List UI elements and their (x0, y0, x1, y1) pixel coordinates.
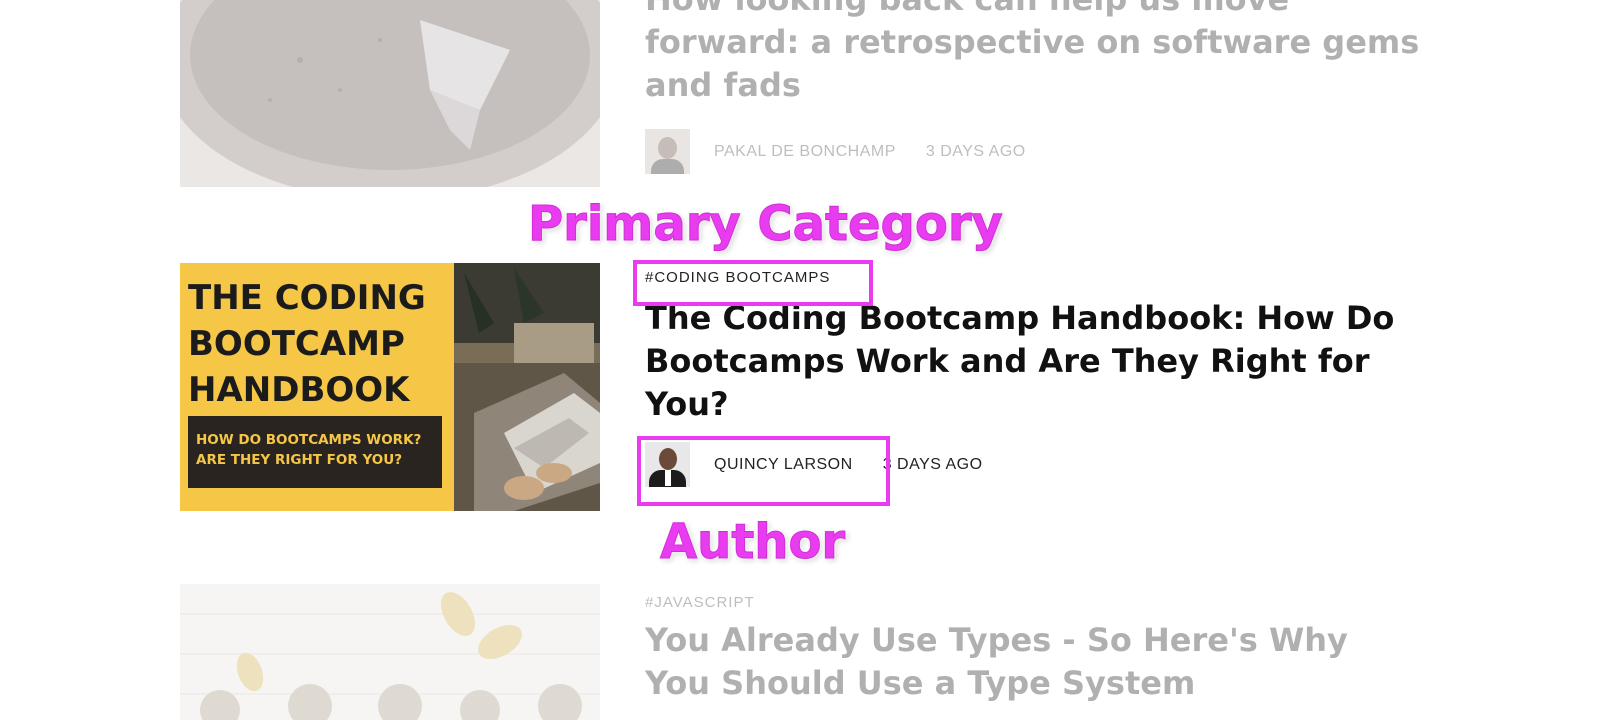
post-card[interactable]: #JAVASCRIPT You Already Use Types - So H… (180, 584, 1420, 720)
annotation-author-label: Author (659, 514, 846, 571)
thumbnail-subheading: HOW DO BOOTCAMPS WORK? ARE THEY RIGHT FO… (196, 432, 422, 468)
author-name[interactable]: PAKAL DE BONCHAMP (714, 143, 896, 161)
post-title[interactable]: You Already Use Types - So Here's Why Yo… (645, 619, 1420, 705)
post-title[interactable]: The Coding Bootcamp Handbook: How Do Boo… (645, 297, 1420, 426)
thumbnail-subheading-box: HOW DO BOOTCAMPS WORK? ARE THEY RIGHT FO… (188, 416, 442, 488)
post-meta: PAKAL DE BONCHAMP 3 DAYS AGO (645, 129, 1420, 174)
post-title[interactable]: How looking back can help us move forwar… (645, 0, 1420, 107)
post-date: 3 DAYS AGO (882, 455, 983, 473)
desk-laptop-photo (454, 263, 600, 511)
lemons-photo (180, 584, 600, 720)
crystal-pot-image (180, 0, 600, 187)
thumbnail-text-area: THE CODING BOOTCAMP HANDBOOK HOW DO BOOT… (180, 263, 454, 511)
post-thumbnail[interactable] (180, 0, 600, 187)
post-date: 3 DAYS AGO (925, 142, 1026, 160)
annotation-category-box (633, 260, 873, 306)
post-content: How looking back can help us move forwar… (645, 0, 1420, 174)
post-content: #JAVASCRIPT You Already Use Types - So H… (645, 584, 1420, 705)
annotation-author-box (637, 436, 890, 506)
primary-category-tag[interactable]: #JAVASCRIPT (645, 594, 1420, 611)
post-thumbnail[interactable]: THE CODING BOOTCAMP HANDBOOK HOW DO BOOT… (180, 263, 600, 511)
thumbnail-heading: THE CODING BOOTCAMP HANDBOOK (188, 278, 426, 410)
annotation-primary-category-label: Primary Category (528, 196, 1004, 253)
post-card[interactable]: How looking back can help us move forwar… (180, 0, 1420, 190)
author-avatar[interactable] (645, 129, 690, 174)
post-thumbnail[interactable] (180, 584, 600, 720)
